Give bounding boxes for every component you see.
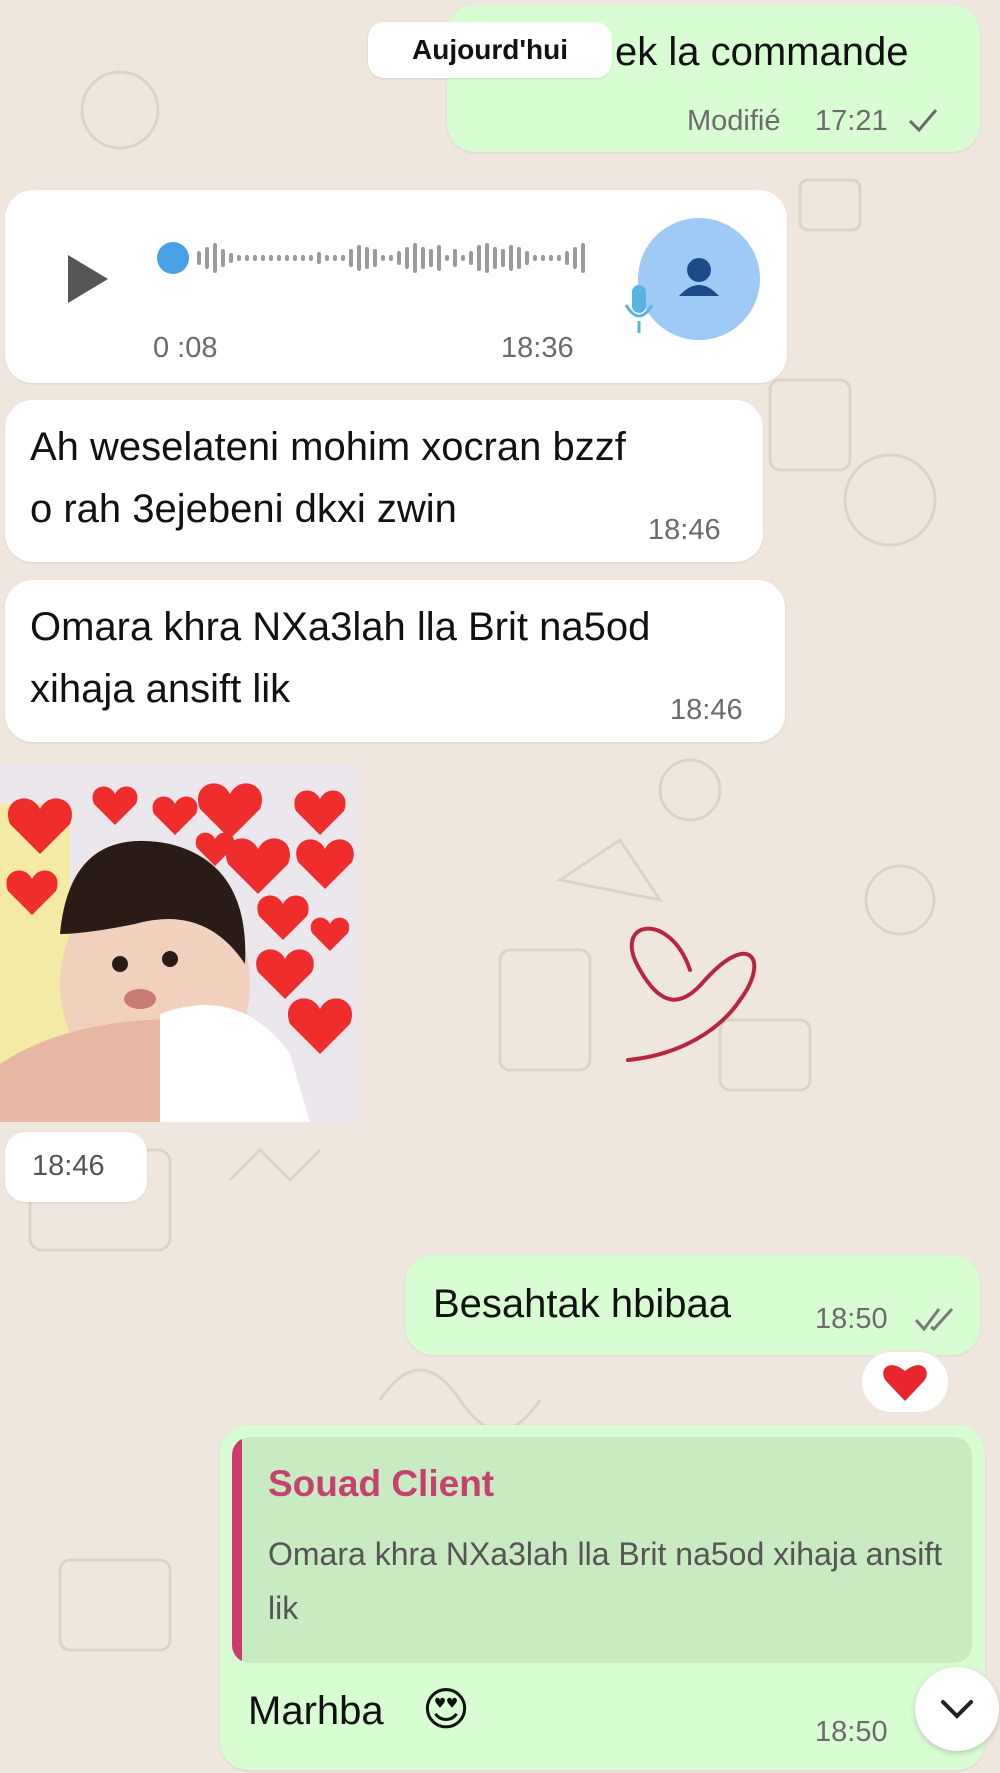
heart-eyes-emoji: 😍 — [422, 1682, 470, 1736]
waveform-bar — [525, 251, 529, 265]
waveform-bar — [517, 247, 521, 269]
waveform-bar — [397, 251, 401, 265]
message-line: Ah weselateni mohim xocran bzzf — [30, 425, 626, 469]
chevron-down-icon — [941, 1700, 973, 1719]
waveform-bar — [445, 255, 449, 261]
waveform-bar — [557, 255, 561, 261]
sticker-time-chip: 18:46 — [5, 1132, 147, 1202]
waveform-bar — [389, 255, 393, 261]
message-time: 18:50 — [815, 1303, 888, 1335]
message-line: Omara khra NXa3lah lla Brit na5od — [30, 605, 651, 649]
message-time: 17:21 — [815, 105, 888, 137]
message-time: 18:46 — [648, 514, 721, 546]
waveform-bar — [245, 255, 249, 261]
waveform-bar — [293, 255, 297, 261]
waveform-bar — [437, 245, 441, 271]
message-time: 18:36 — [501, 332, 574, 364]
outgoing-message-bubble[interactable]: Besahtak hbibaa 18:50 — [405, 1255, 980, 1355]
waveform-bar — [285, 255, 289, 261]
waveform-bar — [341, 255, 345, 261]
waveform-bar — [229, 253, 233, 263]
date-separator: Aujourd'hui — [368, 22, 612, 78]
waveform-bar — [533, 255, 537, 261]
waveform-bar — [277, 255, 281, 261]
scroll-down-button[interactable] — [915, 1667, 999, 1751]
message-text: Besahtak hbibaa — [433, 1282, 732, 1326]
waveform-bar — [477, 245, 481, 271]
waveform-bar — [453, 249, 457, 267]
waveform-bar — [565, 251, 569, 265]
message-time: 18:50 — [815, 1716, 888, 1748]
waveform-bar — [317, 252, 321, 264]
waveform-bar — [325, 255, 329, 261]
avatar — [638, 218, 760, 340]
message-line: o rah 3ejebeni dkxi zwin — [30, 487, 457, 531]
baby-with-hearts-image — [0, 764, 358, 1122]
play-icon[interactable] — [68, 255, 108, 303]
waveform-bar — [237, 255, 241, 261]
waveform-bar — [485, 243, 489, 273]
waveform-bar — [213, 243, 217, 273]
waveform-bar — [405, 247, 409, 269]
waveform-bar — [365, 247, 369, 269]
waveform-bar — [333, 255, 337, 261]
waveform-bar — [509, 245, 513, 271]
waveform-bar — [381, 255, 385, 261]
waveform-bar — [357, 245, 361, 271]
waveform-bar — [205, 247, 209, 269]
waveform-bar — [309, 255, 313, 261]
waveform-bar — [373, 249, 377, 267]
waveform-bar — [469, 251, 473, 265]
reaction-badge[interactable]: ❤️ — [860, 1350, 950, 1414]
quote-author: Souad Client — [268, 1463, 495, 1504]
sticker-image[interactable] — [0, 764, 358, 1122]
edited-label: Modifié — [687, 105, 781, 137]
waveform-bar — [301, 255, 305, 261]
waveform-bar — [413, 243, 417, 273]
waveform-bar — [261, 255, 265, 261]
double-check-icon — [914, 1307, 954, 1332]
waveform-bar — [253, 255, 257, 261]
drawn-heart-icon — [626, 926, 757, 1062]
microphone-icon — [624, 285, 654, 333]
waveform-bar — [573, 247, 577, 269]
person-icon — [679, 258, 719, 296]
incoming-message-bubble[interactable]: Ah weselateni mohim xocran bzzf o rah 3e… — [5, 400, 763, 562]
waveform-bar — [493, 247, 497, 269]
waveform-bar — [269, 255, 273, 261]
quote-accent-bar — [232, 1437, 242, 1663]
incoming-message-bubble[interactable]: Omara khra NXa3lah lla Brit na5od xihaja… — [5, 580, 785, 742]
message-time: 18:46 — [670, 694, 743, 726]
waveform-bar — [429, 249, 433, 267]
waveform-bar — [461, 255, 465, 261]
waveform-bar — [541, 255, 545, 261]
waveform-bar — [221, 249, 225, 267]
quoted-message[interactable]: Souad Client Omara khra NXa3lah lla Brit… — [232, 1437, 972, 1663]
waveform — [157, 242, 585, 274]
waveform-bar — [549, 255, 553, 261]
check-icon — [908, 109, 938, 133]
quote-text: Omara khra NXa3lah lla Brit na5od xihaja… — [268, 1536, 943, 1626]
waveform-bar — [581, 243, 585, 273]
waveform-bar — [421, 247, 425, 269]
message-time: 18:46 — [32, 1150, 105, 1182]
message-text: ek la commande — [615, 30, 909, 74]
waveform-bar — [349, 249, 353, 267]
message-line: xihaja ansift lik — [30, 667, 291, 711]
waveform-bar — [197, 251, 201, 265]
message-text: Marhba — [248, 1689, 384, 1733]
waveform-bar — [501, 249, 505, 267]
voice-duration: 0 :08 — [153, 332, 218, 364]
playback-knob[interactable] — [157, 242, 189, 274]
